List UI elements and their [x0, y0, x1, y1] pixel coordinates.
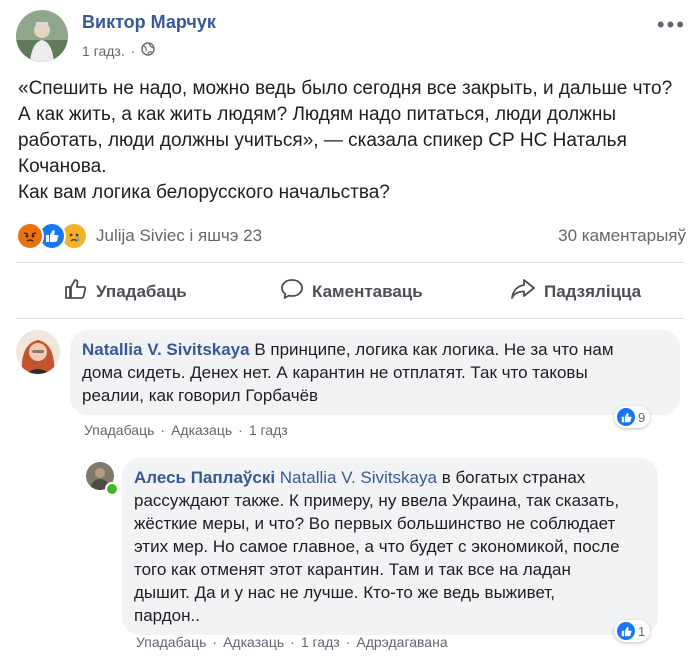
- comment-author[interactable]: Natallia V. Sivitskaya: [82, 340, 250, 359]
- reaction-names[interactable]: Julija Siviec і яшчэ 23: [96, 226, 262, 246]
- post-text: «Спешить не надо, можно ведь было сегодн…: [18, 76, 690, 206]
- comments-count[interactable]: 30 каментарыяў: [558, 226, 686, 246]
- edited-label[interactable]: Адрэдагавана: [356, 634, 447, 650]
- post-time[interactable]: 1 гадз.: [82, 43, 125, 59]
- reply-author[interactable]: Алесь Паплаўскі: [134, 468, 275, 487]
- post-line: А как жить, а как жить людям? Людям надо…: [18, 104, 617, 125]
- post-line: «Спешить не надо, можно ведь было сегодн…: [18, 78, 673, 99]
- reply-reply-link[interactable]: Адказаць: [223, 634, 284, 650]
- reply-mention[interactable]: Natallia V. Sivitskaya: [280, 468, 437, 487]
- reply-line: жёсткие меры, и что? Во первых большинст…: [134, 514, 616, 533]
- reply-like-link[interactable]: Упадабаць: [136, 634, 206, 650]
- like-label: Упадабаць: [96, 281, 187, 301]
- comment-icon: [280, 277, 304, 306]
- post-author-name[interactable]: Виктор Марчук: [82, 12, 216, 33]
- reply-line: этих мер. Но самое главное, а что будет …: [134, 537, 620, 556]
- like-icon: [617, 622, 635, 640]
- comment-bubble: Natallia V. Sivitskaya В принципе, логик…: [70, 330, 680, 415]
- comment-label: Каментаваць: [312, 281, 423, 301]
- comment-button[interactable]: Каментаваць: [280, 277, 423, 306]
- share-label: Падзяліцца: [544, 281, 642, 301]
- reply-line: пардон..: [134, 606, 200, 625]
- post-line: Как вам логика белорусского начальства?: [18, 182, 390, 203]
- comment-time[interactable]: 1 гадз: [249, 422, 288, 438]
- angry-icon: [16, 222, 44, 250]
- divider: [16, 318, 684, 319]
- like-count-value: 9: [638, 409, 646, 425]
- author-avatar[interactable]: [16, 10, 68, 62]
- like-count-value: 1: [638, 623, 646, 639]
- comment-actions: Упадабаць · Адказаць · 1 гадз: [84, 422, 288, 438]
- like-icon: [617, 408, 635, 426]
- reply-bubble: Алесь Паплаўскі Natallia V. Sivitskaya в…: [122, 458, 658, 635]
- comment-line: реалии, как говорил Горбачёв: [82, 386, 319, 405]
- globe-icon: [141, 42, 156, 59]
- reply-time[interactable]: 1 гадз: [301, 634, 340, 650]
- reactions-summary[interactable]: Julija Siviec і яшчэ 23: [16, 222, 262, 250]
- comment-like-link[interactable]: Упадабаць: [84, 422, 154, 438]
- comment-line: В принципе, логика как логика. Не за что…: [254, 340, 614, 359]
- online-indicator: [105, 482, 119, 496]
- reply-like-count[interactable]: 1: [614, 620, 651, 642]
- reply-line: дышит. Да и у нас не лучше. Кто-то же ве…: [134, 583, 556, 602]
- divider: [16, 262, 684, 263]
- post-meta: 1 гадз. ·: [82, 42, 156, 59]
- like-button[interactable]: Упадабаць: [64, 277, 187, 306]
- post-line: работать, люди должны учиться», — сказал…: [18, 130, 627, 151]
- thumbs-up-icon: [64, 277, 88, 306]
- more-options-icon[interactable]: •••: [657, 12, 686, 38]
- post-line: Кочанова.: [18, 156, 107, 177]
- reply-line: в богатых странах: [441, 468, 586, 487]
- comment-like-count[interactable]: 9: [614, 406, 651, 428]
- share-button[interactable]: Падзяліцца: [510, 277, 641, 306]
- comment-reply-link[interactable]: Адказаць: [171, 422, 232, 438]
- share-icon: [510, 277, 536, 306]
- reply-actions: Упадабаць · Адказаць · 1 гадз · Адрэдага…: [136, 634, 448, 650]
- commenter-avatar[interactable]: [16, 330, 60, 374]
- reply-line: того как отменят этот карантин. Там и та…: [134, 560, 571, 579]
- comment-line: дома сидеть. Денех нет. А карантин не от…: [82, 363, 588, 382]
- reply-line: рассуждают также. К примеру, ну ввела Ук…: [134, 491, 620, 510]
